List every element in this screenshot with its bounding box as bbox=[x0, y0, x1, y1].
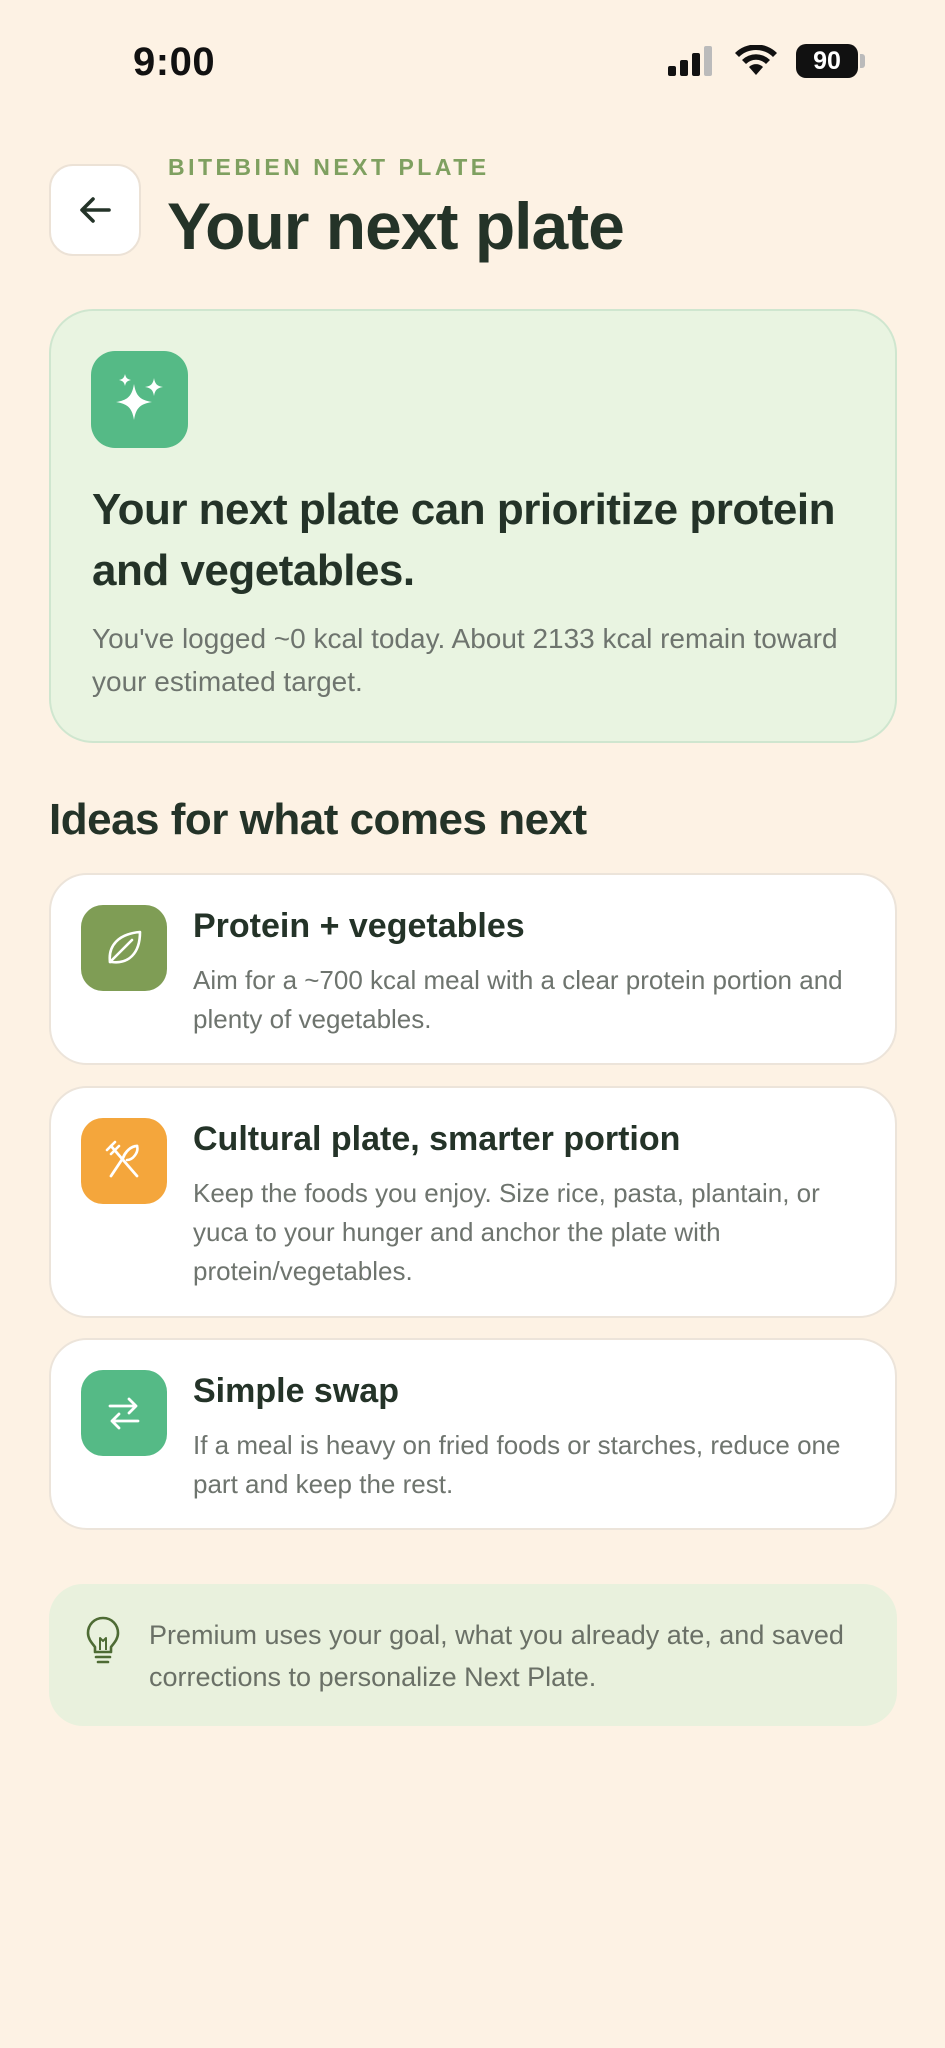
idea-body: Aim for a ~700 kcal meal with a clear pr… bbox=[193, 965, 843, 1034]
utensils-crossed-icon bbox=[105, 1140, 139, 1178]
hero-icon-tile bbox=[91, 351, 188, 448]
idea-title: Cultural plate, smarter portion bbox=[193, 1120, 681, 1158]
idea-icon-tile bbox=[81, 1370, 167, 1456]
idea-card-protein-vegetables[interactable]: Protein + vegetables Aim for a ~700 kcal… bbox=[49, 873, 897, 1065]
hero-headline: Your next plate can prioritize protein a… bbox=[92, 485, 835, 595]
sparkles-icon bbox=[115, 373, 163, 420]
status-icons: 90 bbox=[668, 44, 865, 78]
idea-body: Keep the foods you enjoy. Size rice, pas… bbox=[193, 1178, 820, 1286]
idea-body: If a meal is heavy on fried foods or sta… bbox=[193, 1430, 841, 1499]
leaf-icon bbox=[108, 930, 142, 964]
wifi-icon bbox=[735, 45, 777, 75]
signal-icon bbox=[668, 46, 712, 76]
premium-note-text: Premium uses your goal, what you already… bbox=[149, 1620, 844, 1692]
hero-body: You've logged ~0 kcal today. About 2133 … bbox=[92, 623, 838, 697]
lightbulb-icon bbox=[86, 1616, 120, 1664]
battery-icon: 90 bbox=[796, 44, 865, 78]
idea-icon-tile bbox=[81, 1118, 167, 1204]
back-button[interactable] bbox=[49, 164, 141, 256]
arrow-left-icon bbox=[80, 197, 111, 223]
section-title: Ideas for what comes next bbox=[49, 795, 587, 844]
status-bar: 9:00 90 bbox=[0, 0, 945, 120]
swap-arrows-icon bbox=[108, 1397, 140, 1430]
eyebrow-label: BITEBIEN NEXT PLATE bbox=[168, 154, 490, 180]
hero-card: Your next plate can prioritize protein a… bbox=[49, 309, 897, 743]
idea-card-cultural-plate[interactable]: Cultural plate, smarter portion Keep the… bbox=[49, 1086, 897, 1318]
battery-level: 90 bbox=[796, 44, 858, 78]
premium-note: Premium uses your goal, what you already… bbox=[49, 1584, 897, 1726]
status-time: 9:00 bbox=[133, 40, 216, 84]
idea-icon-tile bbox=[81, 905, 167, 991]
page-title: Your next plate bbox=[167, 189, 625, 263]
next-plate-screen: 9:00 90 BITEBIEN NEXT PLATE Your next pl… bbox=[0, 0, 945, 2048]
idea-title: Simple swap bbox=[193, 1372, 399, 1410]
idea-title: Protein + vegetables bbox=[193, 907, 525, 945]
idea-card-simple-swap[interactable]: Simple swap If a meal is heavy on fried … bbox=[49, 1338, 897, 1530]
